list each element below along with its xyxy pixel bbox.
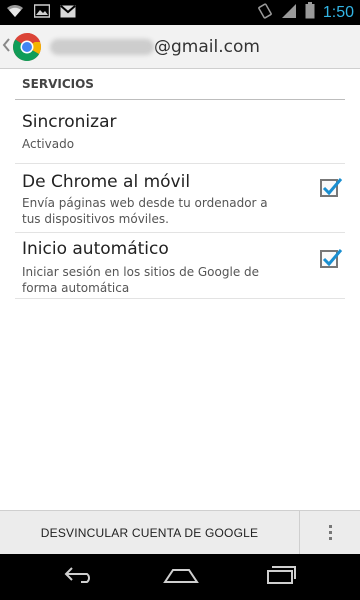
back-chevron-icon[interactable] [2,38,12,55]
chrome-to-mobile-setting[interactable]: De Chrome al móvil Envía páginas web des… [15,164,345,233]
auto-signin-setting[interactable]: Inicio automático Iniciar sesión en los … [15,233,345,299]
account-username-redacted [50,38,154,55]
section-title: SERVICIOS [15,69,345,100]
services-settings: SERVICIOS Sincronizar Activado De Chrome… [0,69,360,510]
chrome-to-mobile-checkbox[interactable] [320,178,343,197]
unlink-account-button[interactable]: DESVINCULAR CUENTA DE GOOGLE [0,511,300,554]
sync-setting[interactable]: Sincronizar Activado [15,100,345,164]
account-domain: @gmail.com [154,36,260,57]
account-email: @gmail.com [50,37,260,57]
sync-status: Activado [22,137,75,151]
chrome-to-mobile-title: De Chrome al móvil [22,172,191,192]
notification-icons [6,3,76,22]
auto-signin-title: Inicio automático [22,239,169,259]
gmail-icon [60,3,76,22]
bottom-action-bar: DESVINCULAR CUENTA DE GOOGLE [0,510,360,554]
rotation-icon [257,2,273,23]
auto-signin-checkbox[interactable] [320,249,343,268]
sync-title: Sincronizar [22,112,117,132]
chrome-to-mobile-description: Envía páginas web desde tu ordenador a t… [22,196,268,226]
overflow-menu-icon[interactable] [300,511,360,554]
action-bar: @gmail.com [0,25,360,69]
status-bar: 1:50 [0,0,360,25]
wifi-icon [6,3,24,22]
home-icon[interactable] [163,566,199,588]
battery-icon [305,2,315,23]
recents-icon[interactable] [265,565,297,589]
auto-signin-description: Iniciar sesión en los sitios de Google d… [22,265,260,295]
navigation-bar [0,554,360,600]
clock: 1:50 [322,3,354,21]
back-icon[interactable] [63,566,97,588]
chrome-icon[interactable] [12,32,42,62]
system-icons: 1:50 [257,2,354,23]
image-icon [33,3,51,22]
signal-icon [281,3,297,23]
